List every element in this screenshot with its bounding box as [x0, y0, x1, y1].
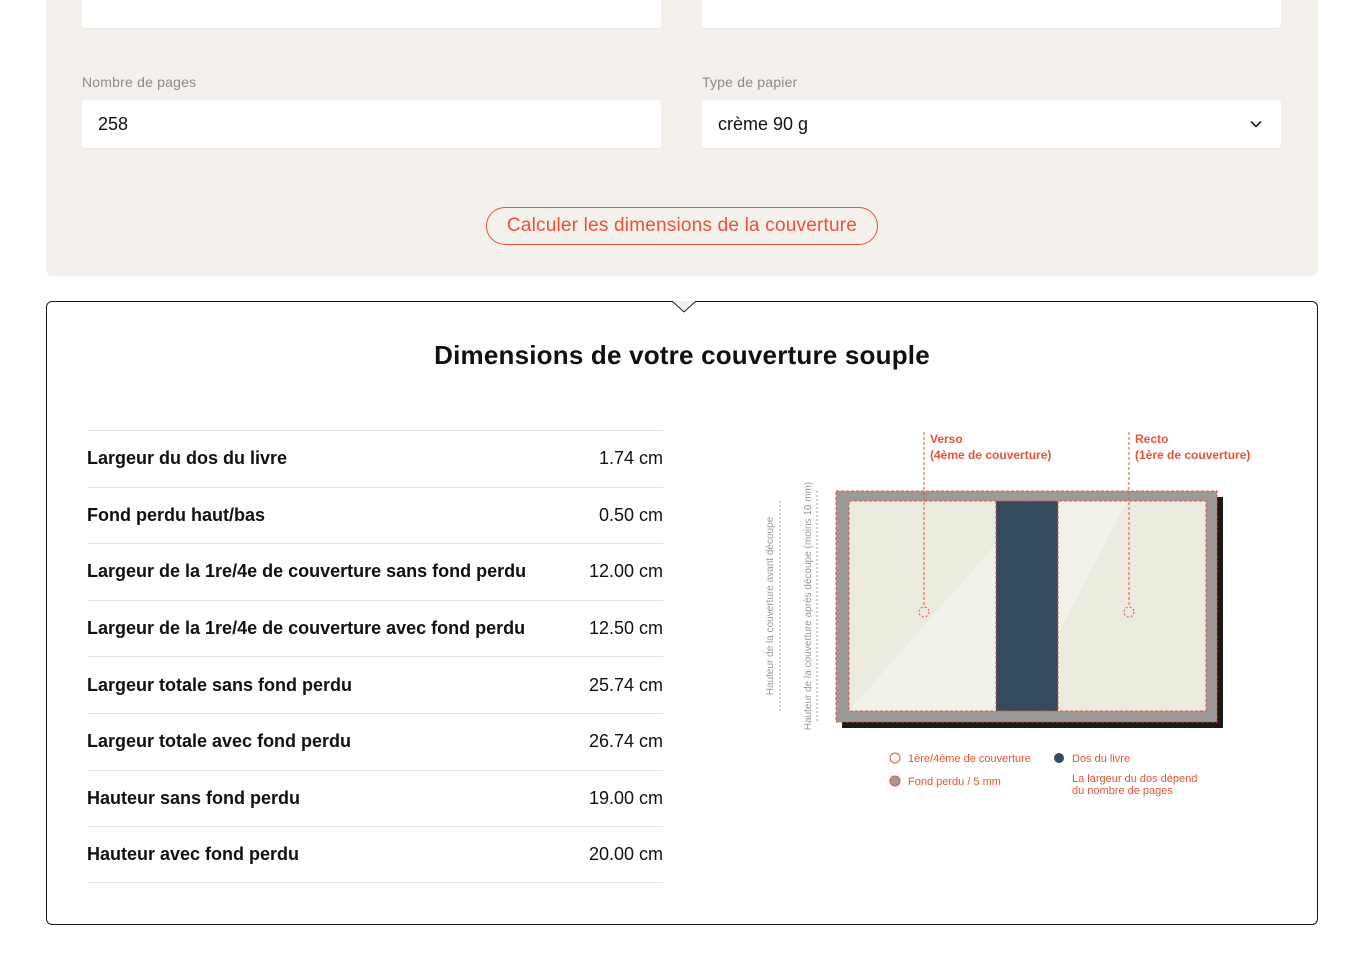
row-label: Hauteur avec fond perdu	[87, 843, 300, 864]
recto-sublabel: (1ère de couverture)	[1135, 448, 1250, 462]
legend-spine-note-line2: du nombre de pages	[1072, 785, 1173, 797]
legend-spine-label: Dos du livre	[1072, 753, 1130, 765]
row-value: 1.74 cm	[598, 448, 663, 469]
results-title: Dimensions de votre couverture souple	[434, 340, 930, 370]
row-value: 25.74 cm	[588, 674, 663, 695]
row-label: Hauteur sans fond perdu	[87, 787, 301, 808]
row-value: 12.00 cm	[588, 561, 663, 582]
pages-label: Nombre de pages	[82, 74, 197, 90]
table-row: Largeur du dos du livre 1.74 cm	[87, 430, 663, 487]
row-label: Largeur de la 1re/4e de couverture avec …	[87, 618, 526, 639]
height-before-cut-label: Hauteur de la couverture avant découpe	[765, 516, 776, 695]
height-after-cut-label: Hauteur de la couverture après découpe (…	[803, 482, 814, 730]
previous-field-right[interactable]	[702, 0, 1281, 28]
card-pointer-notch	[672, 301, 696, 313]
paper-type-value: crème 90 g	[718, 113, 809, 134]
table-row: Largeur totale avec fond perdu 26.74 cm	[87, 712, 663, 770]
cover-diagram-illustration: Verso (4ème de couverture) Recto (1ère d…	[765, 432, 1250, 797]
row-label: Largeur du dos du livre	[87, 448, 288, 469]
verso-label: Verso	[930, 432, 963, 446]
legend-spine-dot	[1054, 753, 1064, 763]
legend-bleed-label: Fond perdu / 5 mm	[908, 776, 1001, 788]
paper-type-select[interactable]: crème 90 g	[702, 100, 1281, 148]
diagram-spine	[996, 501, 1058, 711]
table-row: Hauteur sans fond perdu 19.00 cm	[87, 769, 663, 827]
recto-label: Recto	[1135, 432, 1168, 446]
row-label: Largeur totale avec fond perdu	[87, 731, 352, 752]
legend-bleed-dot	[889, 775, 901, 787]
table-row: Largeur totale sans fond perdu 25.74 cm	[87, 656, 663, 713]
legend-cover-dot	[889, 752, 901, 764]
row-label: Largeur totale sans fond perdu	[87, 674, 353, 695]
pages-input-value: 258	[98, 113, 129, 134]
row-value: 26.74 cm	[588, 731, 663, 752]
table-row: Hauteur avec fond perdu 20.00 cm	[87, 826, 663, 883]
paper-type-label: Type de papier	[702, 74, 798, 90]
row-label: Largeur de la 1re/4e de couverture sans …	[87, 561, 527, 582]
row-label: Fond perdu haut/bas	[87, 504, 265, 525]
legend-cover-label: 1ère/4ème de couverture	[908, 753, 1031, 765]
verso-sublabel: (4ème de couverture)	[930, 448, 1051, 462]
row-value: 20.00 cm	[588, 843, 663, 864]
row-value: 0.50 cm	[598, 504, 663, 525]
cover-dimensions-card: Dimensions de votre couverture souple La…	[46, 301, 1318, 925]
legend-spine-note-line1: La largeur du dos dépend	[1072, 773, 1197, 785]
calculate-dimensions-button[interactable]: Calculer les dimensions de la couverture	[486, 207, 878, 245]
table-row: Largeur de la 1re/4e de couverture avec …	[87, 599, 663, 657]
row-value: 12.50 cm	[588, 618, 663, 639]
row-value: 19.00 cm	[588, 787, 663, 808]
previous-field-left[interactable]	[82, 0, 661, 28]
table-row: Largeur de la 1re/4e de couverture sans …	[87, 543, 663, 600]
pages-input[interactable]: 258	[82, 100, 661, 148]
cover-form-panel: Nombre de pages 258 Type de papier crème…	[46, 0, 1318, 276]
chevron-down-icon	[1250, 120, 1262, 128]
cover-diagram: Verso (4ème de couverture) Recto (1ère d…	[759, 424, 1279, 804]
dimensions-table: Largeur du dos du livre 1.74 cm Fond per…	[87, 430, 663, 883]
table-row: Fond perdu haut/bas 0.50 cm	[87, 486, 663, 544]
